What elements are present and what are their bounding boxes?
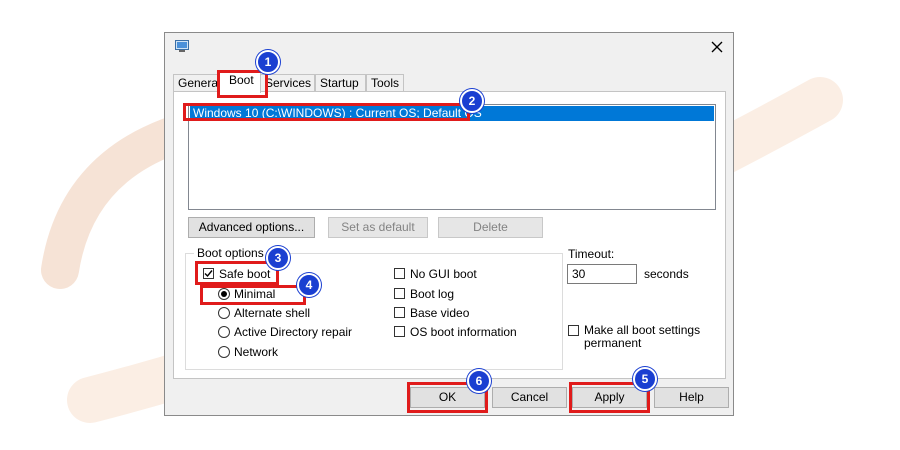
make-permanent-label: Make all boot settings permanent	[584, 324, 700, 350]
checkmark-icon	[204, 270, 213, 278]
minimal-radio[interactable]: Minimal	[218, 287, 298, 303]
tab-general[interactable]: General	[173, 74, 221, 92]
no-gui-boot-checkbox[interactable]: No GUI boot	[394, 267, 494, 283]
alternate-shell-radio-dot[interactable]	[218, 307, 230, 319]
help-button[interactable]: Help	[654, 387, 729, 408]
advanced-options-button[interactable]: Advanced options...	[188, 217, 315, 238]
timeout-input[interactable]	[567, 264, 637, 284]
safe-boot-label: Safe boot	[219, 267, 271, 281]
apply-button[interactable]: Apply	[572, 387, 647, 408]
active-directory-repair-radio-dot[interactable]	[218, 326, 230, 338]
timeout-label: Timeout:	[568, 247, 615, 261]
close-icon[interactable]	[709, 39, 725, 55]
alternate-shell-radio[interactable]: Alternate shell	[218, 306, 328, 322]
tab-services[interactable]: Services	[260, 74, 315, 92]
no-gui-boot-label: No GUI boot	[410, 267, 477, 281]
timeout-unit-label: seconds	[644, 267, 689, 281]
boot-entry-list[interactable]: Windows 10 (C:\WINDOWS) : Current OS; De…	[188, 104, 716, 210]
make-permanent-checkbox[interactable]: Make all boot settings permanent	[568, 324, 718, 354]
boot-log-label: Boot log	[410, 287, 455, 301]
delete-button[interactable]: Delete	[438, 217, 543, 238]
tab-startup[interactable]: Startup	[315, 74, 366, 92]
tab-boot[interactable]: Boot	[218, 71, 261, 93]
network-radio-dot[interactable]	[218, 346, 230, 358]
make-permanent-label-line2: permanent	[584, 336, 642, 350]
boot-tab-panel: Windows 10 (C:\WINDOWS) : Current OS; De…	[173, 91, 726, 379]
no-gui-boot-box[interactable]	[394, 268, 405, 279]
step-badge-2: 2	[460, 89, 484, 113]
os-boot-information-box[interactable]	[394, 326, 405, 337]
safe-boot-box[interactable]	[203, 268, 214, 279]
step-badge-5: 5	[633, 367, 657, 391]
step-badge-1: 1	[256, 50, 280, 74]
boot-log-box[interactable]	[394, 288, 405, 299]
make-permanent-label-line1: Make all boot settings	[584, 323, 701, 337]
boot-options-label: Boot options	[194, 246, 267, 260]
step-badge-6: 6	[467, 369, 491, 393]
cancel-button[interactable]: Cancel	[492, 387, 567, 408]
base-video-checkbox[interactable]: Base video	[394, 306, 494, 322]
base-video-label: Base video	[410, 306, 470, 320]
network-radio[interactable]: Network	[218, 345, 298, 361]
minimal-label: Minimal	[234, 287, 276, 301]
boot-entry-windows-10[interactable]: Windows 10 (C:\WINDOWS) : Current OS; De…	[190, 106, 714, 121]
alternate-shell-label: Alternate shell	[234, 306, 311, 320]
tab-tools[interactable]: Tools	[366, 74, 404, 92]
active-directory-repair-radio[interactable]: Active Directory repair	[218, 325, 368, 341]
boot-log-checkbox[interactable]: Boot log	[394, 287, 494, 303]
make-permanent-box[interactable]	[568, 325, 579, 336]
network-label: Network	[234, 345, 279, 359]
system-configuration-icon	[175, 40, 189, 52]
base-video-box[interactable]	[394, 307, 405, 318]
active-directory-repair-label: Active Directory repair	[234, 325, 353, 339]
step-badge-4: 4	[297, 273, 321, 297]
os-boot-information-checkbox[interactable]: OS boot information	[394, 325, 534, 341]
safe-boot-checkbox[interactable]: Safe boot	[203, 267, 273, 283]
os-boot-information-label: OS boot information	[410, 325, 517, 339]
minimal-radio-dot[interactable]	[218, 288, 230, 300]
system-configuration-dialog: General Boot Services Startup Tools Wind…	[164, 32, 734, 416]
step-badge-3: 3	[266, 246, 290, 270]
set-as-default-button[interactable]: Set as default	[328, 217, 428, 238]
